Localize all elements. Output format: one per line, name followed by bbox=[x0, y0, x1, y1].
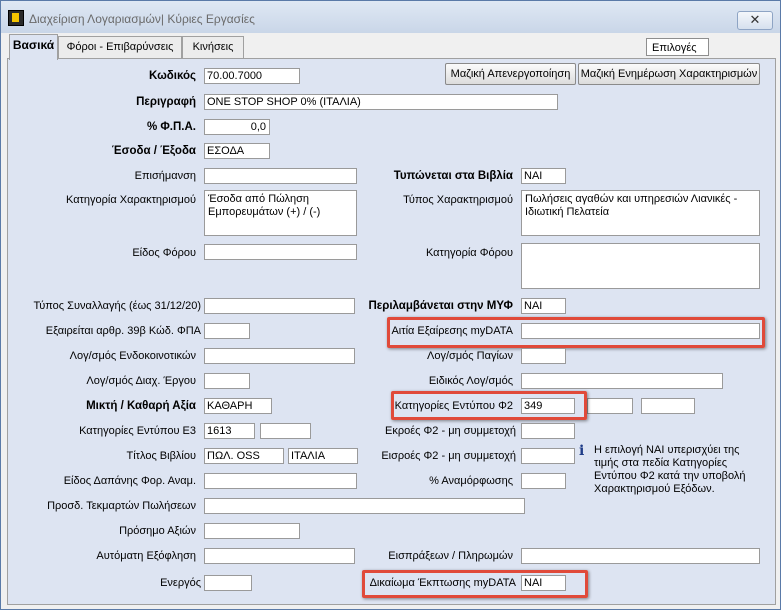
char-category-field[interactable]: Έσοδα από Πώληση Εμπορευμάτων (+) / (-) bbox=[204, 190, 357, 236]
f2-outflows-field[interactable] bbox=[521, 423, 575, 439]
highlight-deduction-right bbox=[362, 570, 588, 598]
transaction-type-field[interactable] bbox=[204, 298, 355, 314]
e3-category-field-2[interactable] bbox=[260, 423, 311, 439]
myf-field[interactable]: ΝΑΙ bbox=[521, 298, 566, 314]
description-label: Περιγραφή bbox=[136, 96, 196, 108]
char-type-field[interactable]: Πωλήσεις αγαθών και υπηρεσιών Λιανικές -… bbox=[521, 190, 760, 236]
book-title-field[interactable]: ΠΩΛ. OSS bbox=[204, 448, 284, 464]
book-title-field-2[interactable]: ΙΤΑΛΙΑ bbox=[288, 448, 358, 464]
sign-label: Πρόσημο Αξιών bbox=[119, 525, 196, 537]
in-out-field[interactable]: ΕΣΟΔΑ bbox=[204, 143, 270, 159]
char-type-label: Τύπος Χαρακτηρισμού bbox=[403, 194, 513, 206]
f2-inflows-field[interactable] bbox=[521, 448, 575, 464]
receipts-field[interactable] bbox=[521, 548, 760, 564]
receipts-label: Εισπράξεων / Πληρωμών bbox=[388, 550, 513, 562]
special-account-field[interactable] bbox=[521, 373, 723, 389]
app-icon bbox=[8, 10, 24, 26]
tab-basic[interactable]: Βασικά bbox=[9, 34, 58, 60]
project-account-label: Λογ/σμός Διαχ. Έργου bbox=[86, 375, 196, 387]
net-value-field[interactable]: ΚΑΘΑΡΗ bbox=[204, 398, 272, 414]
remark-label: Επισήμανση bbox=[134, 170, 196, 182]
revaluation-label: % Αναμόρφωσης bbox=[429, 475, 513, 487]
f2-outflows-label: Εκροές Φ2 - μη συμμετοχή bbox=[385, 425, 516, 437]
myf-label: Περιλαμβάνεται στην ΜΥΦ bbox=[368, 300, 513, 312]
f2-category-field-2[interactable] bbox=[587, 398, 633, 414]
tab-taxes[interactable]: Φόροι - Επιβαρύνσεις bbox=[58, 36, 182, 58]
vat-field[interactable]: 0,0 bbox=[204, 119, 270, 135]
active-field[interactable] bbox=[204, 575, 252, 591]
project-account-field[interactable] bbox=[204, 373, 250, 389]
code-label: Κωδικός bbox=[149, 70, 196, 82]
tax-category-label: Κατηγορία Φόρου bbox=[425, 247, 513, 259]
sign-field[interactable] bbox=[204, 523, 300, 539]
auto-pay-label: Αυτόματη Εξόφληση bbox=[96, 550, 196, 562]
special-account-label: Ειδικός Λογ/σμός bbox=[428, 375, 513, 387]
description-field[interactable]: ONE STOP SHOP 0% (ΙΤΑΛΙΑ) bbox=[204, 94, 558, 110]
f2-inflows-label: Εισροές Φ2 - μη συμμετοχή bbox=[381, 450, 516, 462]
e3-category-field[interactable]: 1613 bbox=[204, 423, 255, 439]
net-value-label: Μικτή / Καθαρή Αξία bbox=[86, 400, 196, 412]
in-out-label: Έσοδα / Έξοδα bbox=[111, 145, 196, 157]
remark-field[interactable] bbox=[204, 168, 357, 184]
tab-movements[interactable]: Κινήσεις bbox=[182, 36, 244, 58]
book-title-label: Τίτλος Βιβλίου bbox=[126, 450, 196, 462]
fixed-assets-account-field[interactable] bbox=[521, 348, 566, 364]
window-title: Διαχείριση Λογαριασμών| Κύριες Εργασίες bbox=[29, 12, 255, 26]
highlight-exemption-cause bbox=[387, 317, 765, 348]
car-expense-field[interactable] bbox=[204, 473, 357, 489]
printed-books-label: Τυπώνεται στα Βιβλία bbox=[393, 170, 513, 182]
main-window: Διαχείριση Λογαριασμών| Κύριες Εργασίες … bbox=[0, 0, 781, 610]
auto-pay-field[interactable] bbox=[204, 548, 355, 564]
mass-deactivate-button[interactable]: Μαζική Απενεργοποίηση bbox=[445, 63, 576, 85]
e3-category-label: Κατηγορίες Εντύπου Ε3 bbox=[79, 425, 196, 437]
info-icon: i bbox=[579, 443, 585, 459]
presumption-field[interactable] bbox=[204, 498, 525, 514]
options-dropdown[interactable]: Επιλογές bbox=[646, 38, 709, 56]
close-button[interactable]: ✕ bbox=[737, 11, 773, 30]
art39b-field[interactable] bbox=[204, 323, 250, 339]
tax-category-field[interactable] bbox=[521, 243, 760, 289]
info-note: Η επιλογή ΝΑΙ υπερισχύει της τιμής στα π… bbox=[594, 444, 746, 495]
printed-books-field[interactable]: ΝΑΙ bbox=[521, 168, 566, 184]
highlight-f2-category bbox=[391, 391, 587, 420]
intra-account-label: Λογ/σμός Ενδοκοινοτικών bbox=[69, 350, 196, 362]
code-field[interactable]: 70.00.7000 bbox=[204, 68, 300, 84]
char-category-label: Κατηγορία Χαρακτηρισμού bbox=[66, 194, 196, 206]
fixed-assets-account-label: Λογ/σμός Παγίων bbox=[427, 350, 513, 362]
f2-category-field-3[interactable] bbox=[641, 398, 695, 414]
active-label: Ενεργός bbox=[160, 577, 201, 589]
revaluation-field[interactable] bbox=[521, 473, 566, 489]
mass-update-button[interactable]: Μαζική Ενημέρωση Χαρακτηρισμών bbox=[578, 63, 760, 85]
art39b-label: Εξαιρείται αρθρ. 39β Κώδ. ΦΠΑ bbox=[45, 325, 201, 337]
tax-type-label: Είδος Φόρου bbox=[132, 247, 196, 259]
transaction-type-label: Τύπος Συναλλαγής (έως 31/12/20) bbox=[33, 300, 201, 312]
tax-type-field[interactable] bbox=[204, 244, 357, 260]
car-expense-label: Είδος Δαπάνης Φορ. Αναμ. bbox=[63, 475, 196, 487]
intra-account-field[interactable] bbox=[204, 348, 355, 364]
title-bar: Διαχείριση Λογαριασμών| Κύριες Εργασίες … bbox=[1, 1, 780, 33]
presumption-label: Προσδ. Τεκμαρτών Πωλήσεων bbox=[47, 500, 196, 512]
vat-label: % Φ.Π.Α. bbox=[146, 121, 196, 133]
